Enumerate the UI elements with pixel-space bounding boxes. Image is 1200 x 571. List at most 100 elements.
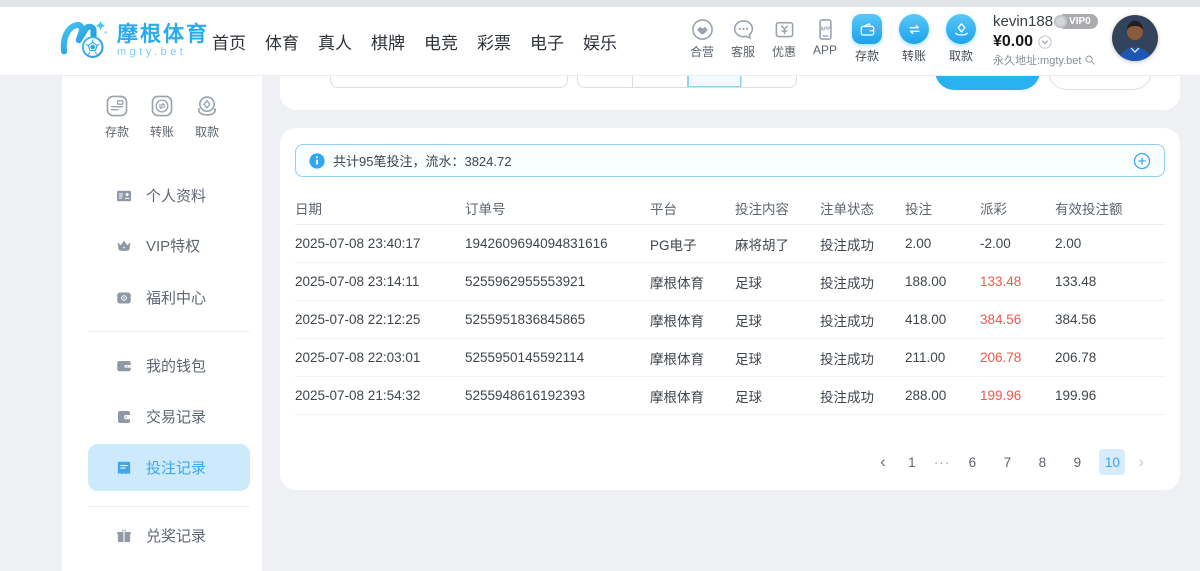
brand-logo[interactable]: 摩根体育 mgty.bet	[58, 7, 209, 75]
address-search-icon[interactable]	[1084, 54, 1096, 66]
cell-order: 5255962955553921	[465, 274, 650, 289]
cell-content: 足球	[735, 348, 820, 368]
nav-item-live-casino[interactable]: 真人	[318, 25, 352, 58]
page-1-button[interactable]: 1	[899, 449, 925, 475]
header-support-label: 客服	[731, 43, 755, 60]
address-line: 永久地址:mgty.bet	[993, 52, 1111, 68]
next-page-button[interactable]: ›	[1134, 449, 1148, 475]
main-nav: 首页体育真人棋牌电竞彩票电子娱乐	[212, 7, 617, 75]
user-line: kevin188 VIP0	[993, 12, 1111, 31]
nav-item-home[interactable]: 首页	[212, 25, 246, 58]
sidebar-item-vip[interactable]: VIP特权	[88, 222, 250, 269]
header-wallet-actions: 存款转账 取款	[851, 14, 977, 64]
sidebar-item-bet-records[interactable]: 投注记录	[88, 444, 250, 491]
sidebar-divider	[88, 506, 250, 507]
page-ellipsis[interactable]: ···	[934, 455, 951, 470]
sidebar-item-profile[interactable]: 个人资料	[88, 172, 250, 219]
cell-bet: 288.00	[905, 388, 980, 403]
username: kevin188	[993, 13, 1053, 30]
header-withdraw-button[interactable]: 取款	[945, 14, 977, 64]
bets-icon	[115, 459, 133, 477]
nav-item-entertainment[interactable]: 娱乐	[583, 25, 617, 58]
cell-order: 1942609694094831616	[465, 236, 650, 251]
bet-records-table: 日期订单号平台投注内容注单状态投注派彩有效投注额 2025-07-08 23:4…	[295, 191, 1165, 415]
page-9-button[interactable]: 9	[1064, 449, 1090, 475]
cell-order: 5255948616192393	[465, 388, 650, 403]
prev-page-button[interactable]: ‹	[876, 449, 890, 475]
header-support-button[interactable]: 客服	[727, 17, 759, 60]
cell-payout: 206.78	[980, 350, 1055, 365]
column-header-8: 有效投注额	[1055, 198, 1165, 218]
table-row: 2025-07-08 22:12:255255951836845865摩根体育足…	[295, 301, 1165, 339]
sidebar-transfer-button[interactable]: 转账	[149, 93, 175, 140]
promo-icon	[772, 17, 797, 42]
sidebar-transfer-label: 转账	[150, 123, 174, 140]
sidebar-item-transactions[interactable]: 交易记录	[88, 393, 250, 440]
cell-valid: 133.48	[1055, 274, 1165, 289]
sidebar-item-profile-label: 个人资料	[146, 185, 206, 206]
cell-valid: 199.96	[1055, 388, 1165, 403]
wallet-icon	[115, 357, 133, 375]
table-row: 2025-07-08 22:03:015255950145592114摩根体育足…	[295, 339, 1165, 377]
sidebar-withdraw-button[interactable]: 取款	[194, 93, 220, 140]
column-header-3: 平台	[650, 198, 735, 218]
sidebar-deposit-button[interactable]: 存款	[104, 93, 130, 140]
column-header-6: 投注	[905, 198, 980, 218]
top-strip	[0, 0, 1200, 7]
nav-item-esports[interactable]: 电竞	[424, 25, 458, 58]
sidebar-item-bet-records-label: 投注记录	[146, 457, 206, 478]
header-deposit-button[interactable]: 存款	[851, 14, 883, 64]
cell-content: 麻将胡了	[735, 234, 820, 254]
nav-item-slots[interactable]: 电子	[530, 25, 564, 58]
cell-order: 5255950145592114	[465, 350, 650, 365]
cell-content: 足球	[735, 386, 820, 406]
sidebar-item-redeem-records[interactable]: 兑奖记录	[88, 512, 250, 559]
brand-name: 摩根体育	[117, 23, 209, 46]
app-icon: APP	[813, 17, 838, 42]
sidebar-item-wallet[interactable]: 我的钱包	[88, 342, 250, 389]
table-body: 2025-07-08 23:40:171942609694094831616PG…	[295, 225, 1165, 415]
cell-platform: 摩根体育	[650, 348, 735, 368]
balance-dropdown-icon[interactable]	[1038, 35, 1052, 49]
cell-platform: 摩根体育	[650, 386, 735, 406]
cell-status: 投注成功	[820, 348, 905, 368]
expand-summary-icon[interactable]	[1133, 152, 1151, 170]
cell-payout: 133.48	[980, 274, 1055, 289]
page-8-button[interactable]: 8	[1029, 449, 1055, 475]
summary-bar: 共计95笔投注，流水：3824.72	[295, 144, 1165, 177]
balance-line: ¥0.00	[993, 32, 1111, 51]
header-promo-button[interactable]: 优惠	[768, 17, 800, 60]
gift-icon	[115, 527, 133, 545]
header-transfer-button[interactable]: 转账	[898, 14, 930, 64]
page-7-button[interactable]: 7	[994, 449, 1020, 475]
page-6-button[interactable]: 6	[959, 449, 985, 475]
cell-order: 5255951836845865	[465, 312, 650, 327]
sidebar-divider	[88, 331, 250, 332]
sidebar-item-benefits[interactable]: 福利中心	[88, 274, 250, 321]
avatar[interactable]	[1112, 15, 1158, 61]
column-header-7: 派彩	[980, 198, 1055, 218]
header-app-button[interactable]: APPAPP	[809, 17, 841, 60]
header: 摩根体育 mgty.bet 首页体育真人棋牌电竞彩票电子娱乐 合营客服优惠 APP…	[0, 7, 1200, 76]
summary-text: 共计95笔投注，流水：3824.72	[333, 151, 511, 170]
table-row: 2025-07-08 21:54:325255948616192393摩根体育足…	[295, 377, 1165, 415]
vip-badge: VIP0	[1057, 14, 1098, 29]
sidebar-withdraw-label: 取款	[195, 123, 219, 140]
page-10-button[interactable]: 10	[1099, 449, 1125, 475]
svg-text:APP: APP	[820, 27, 831, 33]
header-transfer-label: 转账	[902, 47, 926, 64]
nav-item-sports[interactable]: 体育	[265, 25, 299, 58]
sidebar-item-transactions-label: 交易记录	[146, 406, 206, 427]
sidebar-item-wallet-label: 我的钱包	[146, 355, 206, 376]
support-icon	[731, 17, 756, 42]
column-header-5: 注单状态	[820, 198, 905, 218]
header-partner-button[interactable]: 合营	[686, 17, 718, 60]
cell-payout: 384.56	[980, 312, 1055, 327]
sidebar-item-redeem-records-label: 兑奖记录	[146, 525, 206, 546]
nav-item-lottery[interactable]: 彩票	[477, 25, 511, 58]
withdraw-icon	[194, 93, 220, 119]
nav-item-board-games[interactable]: 棋牌	[371, 25, 405, 58]
cell-date: 2025-07-08 23:14:11	[295, 274, 465, 289]
balance: ¥0.00	[993, 33, 1033, 51]
user-block[interactable]: kevin188 VIP0 ¥0.00 永久地址:mgty.bet	[993, 12, 1111, 68]
